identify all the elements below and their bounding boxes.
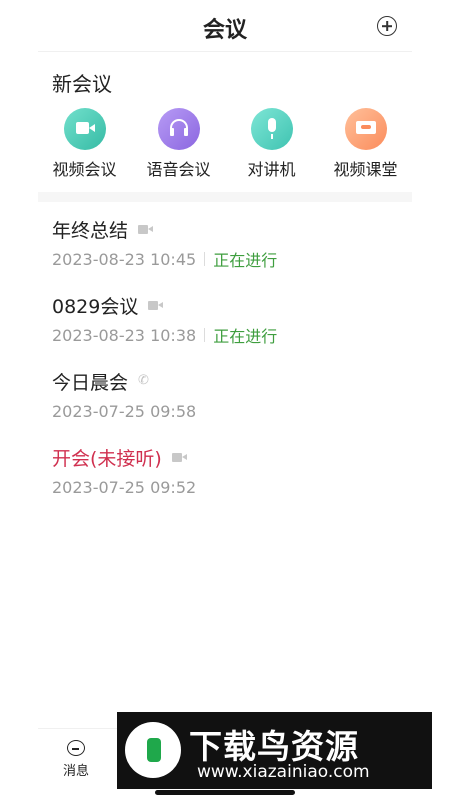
- voice-meeting-label: 语音会议: [146, 160, 211, 179]
- meeting-name: 年终总结: [52, 219, 129, 242]
- meeting-status: 正在进行: [213, 251, 278, 270]
- watermark-title: 下载鸟资源: [189, 727, 359, 766]
- meeting-time: 2023-08-23 10:38: [52, 325, 197, 345]
- headset-icon: [157, 108, 200, 150]
- meta-separator: [204, 328, 206, 342]
- meeting-item[interactable]: 开会(未接听) 2023-07-25 09:52: [52, 444, 412, 498]
- tab-messages-label: 消息: [62, 764, 89, 779]
- home-indicator[interactable]: [155, 790, 295, 795]
- screen-share-icon: [344, 108, 387, 150]
- meeting-time: 2023-07-25 09:52: [52, 477, 197, 497]
- meeting-name: 今日晨会: [52, 371, 129, 394]
- meeting-status: 正在进行: [213, 327, 278, 346]
- meeting-name: 0829会议: [52, 295, 139, 318]
- microphone-icon: [250, 108, 293, 150]
- video-class-button[interactable]: 视频课堂: [319, 108, 412, 180]
- video-camera-icon: [63, 108, 106, 150]
- plus-circle-icon[interactable]: [377, 16, 397, 36]
- new-meeting-title: 新会议: [52, 72, 112, 96]
- video-icon: [171, 451, 188, 463]
- meeting-item[interactable]: 年终总结 2023-08-23 10:45 正在进行: [52, 216, 412, 271]
- meeting-item[interactable]: 今日晨会 ✆ 2023-07-25 09:58: [52, 368, 412, 422]
- tab-messages[interactable]: 消息: [38, 729, 114, 779]
- meeting-item[interactable]: 0829会议 2023-08-23 10:38 正在进行: [52, 292, 412, 347]
- section-divider: [38, 192, 412, 202]
- video-class-label: 视频课堂: [333, 160, 398, 179]
- header-divider: [38, 51, 412, 52]
- meeting-name: 开会(未接听): [52, 447, 162, 470]
- meta-separator: [204, 252, 206, 266]
- watermark-banner: 下载鸟资源 www.xiazainiao.com: [117, 712, 432, 789]
- header: 会议: [0, 0, 450, 52]
- watermark-url: www.xiazainiao.com: [197, 762, 370, 782]
- chat-bubble-icon: [67, 740, 85, 756]
- new-meeting-actions: 视频会议 语音会议 对讲机 视频课堂: [38, 108, 412, 186]
- video-meeting-button[interactable]: 视频会议: [38, 108, 131, 180]
- watermark-logo: [125, 722, 181, 778]
- walkie-talkie-label: 对讲机: [247, 160, 296, 179]
- video-icon: [148, 299, 164, 311]
- video-meeting-label: 视频会议: [52, 160, 117, 179]
- voice-meeting-button[interactable]: 语音会议: [132, 108, 225, 180]
- meeting-time: 2023-07-25 09:58: [52, 401, 197, 421]
- phone-icon: ✆: [138, 373, 149, 388]
- meeting-time: 2023-08-23 10:45: [52, 249, 197, 269]
- walkie-talkie-button[interactable]: 对讲机: [225, 108, 318, 180]
- video-icon: [138, 223, 154, 235]
